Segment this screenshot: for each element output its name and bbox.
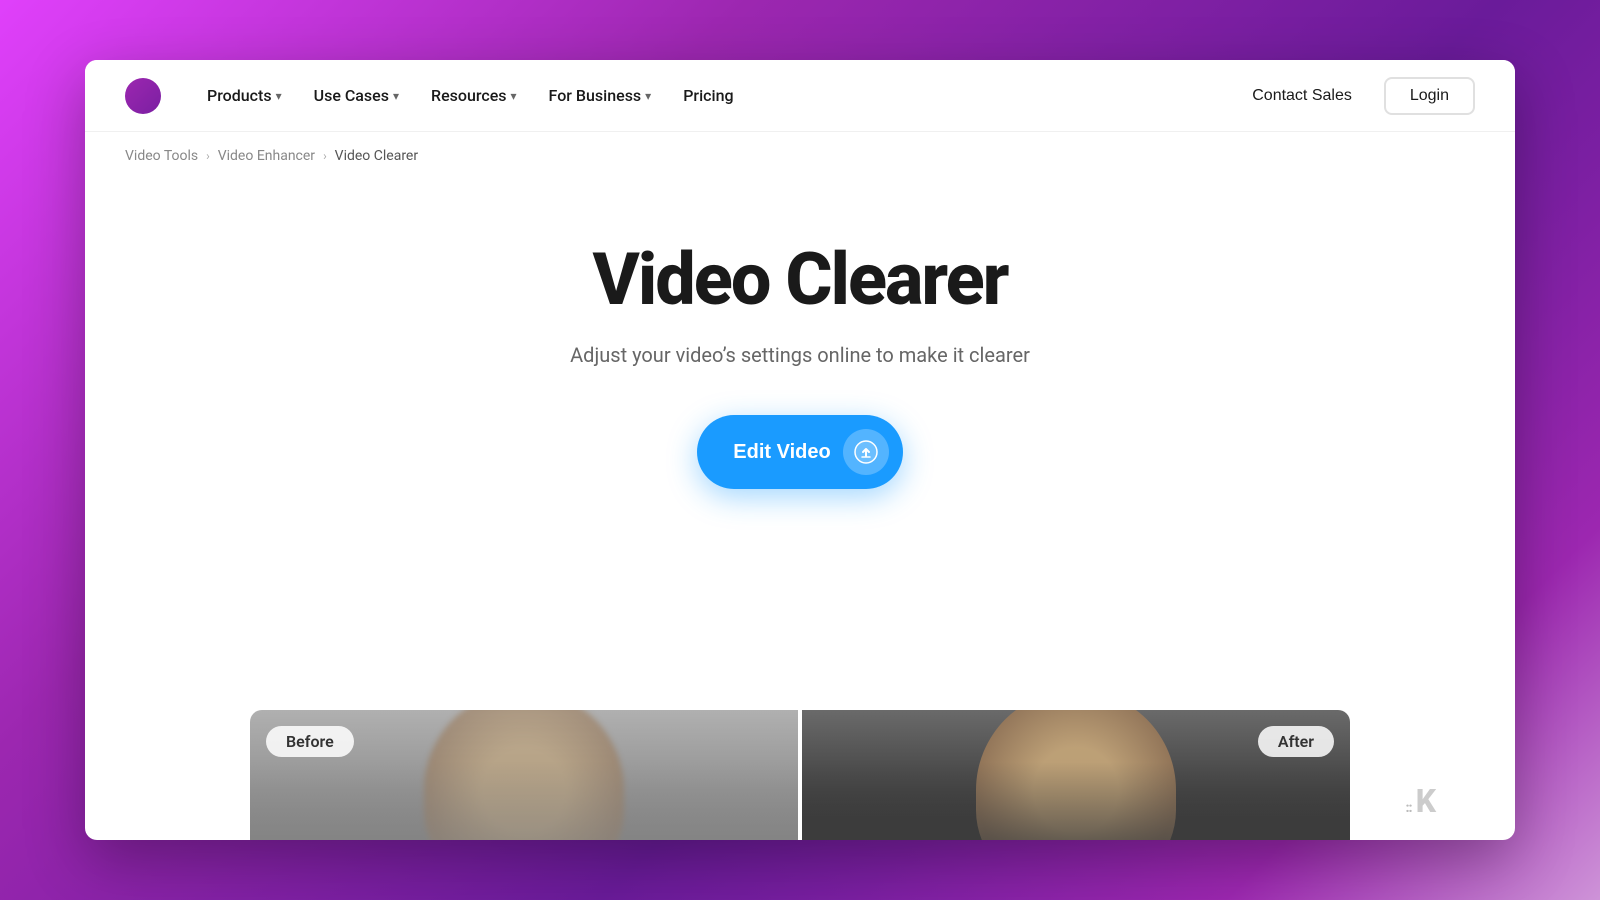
edit-video-button[interactable]: Edit Video bbox=[697, 415, 902, 489]
nav-use-cases[interactable]: Use Cases ▾ bbox=[300, 78, 413, 113]
chevron-down-icon: ▾ bbox=[645, 89, 651, 103]
nav-for-business[interactable]: For Business ▾ bbox=[535, 78, 666, 113]
nav-right: Contact Sales Login bbox=[1236, 77, 1475, 115]
breadcrumb-video-tools[interactable]: Video Tools bbox=[125, 148, 198, 164]
nav-resources[interactable]: Resources ▾ bbox=[417, 78, 531, 113]
nav-products[interactable]: Products ▾ bbox=[193, 78, 296, 113]
navbar: Products ▾ Use Cases ▾ Resources ▾ For B… bbox=[85, 60, 1515, 132]
chevron-down-icon: ▾ bbox=[276, 89, 282, 103]
chevron-down-icon: ▾ bbox=[393, 89, 399, 103]
contact-sales-button[interactable]: Contact Sales bbox=[1236, 79, 1368, 113]
before-after-container: Before After bbox=[250, 710, 1350, 840]
before-after-section: Before After ::K bbox=[85, 710, 1515, 840]
after-label: After bbox=[1258, 726, 1334, 757]
upload-icon bbox=[854, 440, 878, 464]
watermark-brand: K bbox=[1416, 782, 1435, 820]
main-content: Video Clearer Adjust your video’s settin… bbox=[85, 180, 1515, 529]
watermark: ::K bbox=[1405, 782, 1435, 820]
breadcrumb-video-enhancer[interactable]: Video Enhancer bbox=[218, 148, 315, 164]
nav-links: Products ▾ Use Cases ▾ Resources ▾ For B… bbox=[193, 78, 1236, 113]
edit-video-label: Edit Video bbox=[733, 441, 830, 464]
logo[interactable] bbox=[125, 78, 161, 114]
page-subtitle: Adjust your video’s settings online to m… bbox=[570, 343, 1030, 367]
ba-divider bbox=[798, 710, 802, 840]
breadcrumb: Video Tools › Video Enhancer › Video Cle… bbox=[85, 132, 1515, 180]
page-title: Video Clearer bbox=[593, 240, 1008, 319]
chevron-down-icon: ▾ bbox=[511, 89, 517, 103]
breadcrumb-separator-1: › bbox=[206, 149, 210, 163]
nav-pricing[interactable]: Pricing bbox=[669, 78, 747, 113]
breadcrumb-separator-2: › bbox=[323, 149, 327, 163]
watermark-dots: :: bbox=[1405, 800, 1411, 816]
breadcrumb-current: Video Clearer bbox=[335, 148, 418, 164]
login-button[interactable]: Login bbox=[1384, 77, 1475, 115]
upload-icon-circle bbox=[843, 429, 889, 475]
before-side: Before bbox=[250, 710, 798, 840]
browser-window: Products ▾ Use Cases ▾ Resources ▾ For B… bbox=[85, 60, 1515, 840]
after-side: After bbox=[802, 710, 1350, 840]
before-label: Before bbox=[266, 726, 354, 757]
